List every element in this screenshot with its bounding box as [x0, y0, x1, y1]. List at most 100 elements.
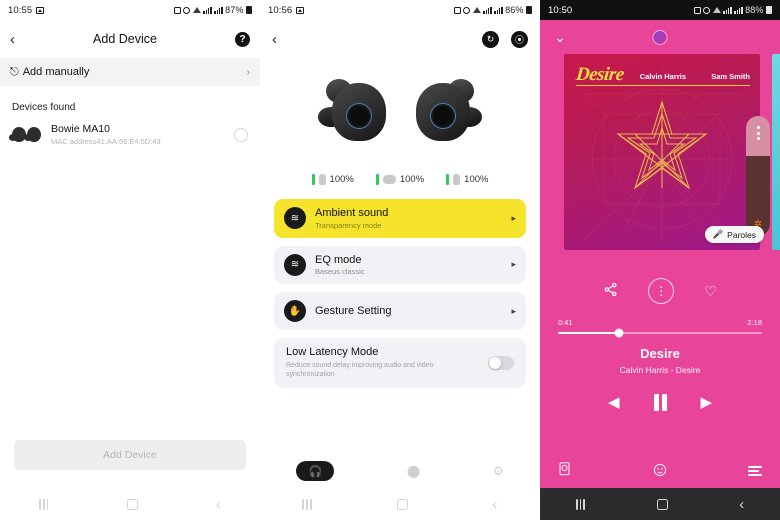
card-subtitle: Transparency mode [315, 220, 382, 230]
lyrics-chip[interactable]: 🎤 Paroles [704, 226, 764, 243]
firmware-update-icon[interactable]: ↻ [482, 30, 499, 48]
source-badge-icon[interactable] [652, 29, 668, 45]
side-panel-bottom: ✲ [746, 156, 770, 236]
card-text: EQ mode Baseus classic [315, 254, 502, 277]
share-icon[interactable] [603, 282, 618, 300]
screenshot-icon [296, 6, 305, 14]
nav-back-button[interactable]: ‹ [216, 496, 221, 513]
next-track-button[interactable]: ▶ [701, 393, 713, 411]
wifi-icon [472, 7, 481, 13]
ambient-sound-icon: ≋ [284, 207, 306, 230]
android-navbar-panel3: ‹ [540, 488, 780, 520]
alarm-icon [693, 6, 701, 14]
panel-add-device: 10:55 87% ‹ Add Device ? ⎋ Add manually [0, 0, 260, 520]
signal-icon-2 [214, 6, 223, 14]
card-text: Ambient sound Transparency mode [315, 207, 502, 230]
nav-back-button[interactable]: ‹ [739, 496, 744, 513]
tab-find[interactable]: ⬤ [407, 464, 420, 478]
tab-device[interactable]: 🎧 [296, 461, 335, 481]
next-album-art-preview[interactable] [772, 54, 780, 250]
home-button[interactable] [126, 498, 138, 510]
add-manually-icon: ⎋ [10, 65, 19, 78]
status-left-3: 10:50 [548, 5, 572, 16]
side-panel-handle[interactable]: ✲ [746, 116, 770, 236]
seek-area: 0:41 2:18 [558, 318, 762, 338]
album-art-artist-2: Sam Smith [711, 72, 750, 81]
back-button[interactable]: ‹ [10, 31, 15, 48]
three-phone-screenshots: 10:55 87% ‹ Add Device ? ⎋ Add manually [0, 0, 780, 520]
pause-button[interactable] [653, 393, 667, 411]
eq-mode-icon: ≋ [284, 253, 306, 276]
previous-track-button[interactable]: ◀ [608, 393, 620, 411]
android-navbar-panel1: ‹ [0, 488, 260, 520]
earbuds-status-icon[interactable]: ⦿ [511, 30, 528, 48]
album-art[interactable]: Desire Calvin Harris Sam Smith [564, 54, 760, 250]
help-icon[interactable]: ? [235, 31, 250, 47]
card-eq-mode[interactable]: ≋ EQ mode Baseus classic ▸ [274, 245, 526, 284]
queue-icon[interactable] [748, 466, 762, 476]
transport-controls: ◀ ▶ [540, 393, 780, 411]
battery-case-label: 100% [399, 174, 425, 185]
right-earbud-image [406, 77, 482, 149]
back-button[interactable]: ‹ [272, 31, 277, 48]
seek-knob[interactable] [614, 328, 624, 338]
status-bar-panel2: 10:56 86% [260, 0, 540, 20]
album-art-area: Desire Calvin Harris Sam Smith ✲ 🎤 Parol… [540, 54, 780, 254]
recents-button[interactable] [39, 498, 49, 510]
screenshot-icon [36, 6, 45, 14]
collapse-player-icon[interactable]: ⌄ [554, 29, 566, 46]
like-icon[interactable]: ♡ [704, 283, 717, 300]
card-text: Gesture Setting [315, 305, 502, 317]
lyrics-label: Paroles [727, 229, 756, 240]
card-low-latency-mode[interactable]: Low Latency Mode Reduce sound delay impr… [274, 338, 526, 388]
signal-icon-1 [483, 6, 492, 14]
battery-left-label: 100% [329, 174, 354, 185]
seek-bar[interactable] [558, 328, 762, 338]
status-right-2: 86% [453, 5, 532, 15]
nav-back-button[interactable]: ‹ [493, 496, 498, 513]
card-ambient-sound[interactable]: ≋ Ambient sound Transparency mode ▸ [274, 199, 526, 238]
home-button[interactable] [396, 498, 408, 510]
total-time: 2:18 [747, 318, 762, 327]
status-left-2: 10:56 [268, 5, 305, 16]
status-left: 10:55 [8, 4, 45, 16]
player-body: ⌄ Desire Calvin Harris Sam Smith ✲ 🎤 Par… [540, 20, 780, 488]
chevron-right-icon: › [246, 66, 250, 78]
gesture-icon: ✋ [284, 300, 306, 322]
recents-button[interactable] [575, 498, 586, 510]
track-subtitle: Calvin Harris - Desire [619, 365, 701, 375]
android-navbar-panel2: ‹ [260, 488, 540, 520]
album-art-title: Desire [574, 64, 625, 85]
cast-device-icon[interactable] [558, 462, 571, 480]
mood-icon[interactable] [653, 463, 667, 480]
device-name: Bowie MA10 [51, 123, 110, 135]
low-latency-subtitle: Reduce sound delay improving audio and v… [286, 362, 434, 379]
devices-found-label: Devices found [12, 102, 76, 113]
signal-icon-2 [734, 6, 743, 14]
card-gesture-setting[interactable]: ✋ Gesture Setting ▸ [274, 292, 526, 330]
chevron-right-icon: ▸ [511, 305, 516, 316]
add-device-button[interactable]: Add Device [14, 440, 246, 470]
battery-right-label: 100% [464, 174, 489, 185]
battery-case: 100% [375, 174, 425, 185]
more-dots-icon[interactable] [756, 126, 760, 140]
album-art-artist-1: Calvin Harris [639, 72, 686, 81]
add-manually-row[interactable]: ⎋ Add manually › [0, 58, 260, 86]
more-options-button[interactable]: ⋮ [648, 278, 675, 304]
low-latency-toggle[interactable] [488, 355, 514, 370]
battery-levels-row: 100% 100% 100% [260, 174, 540, 185]
microphone-icon: 🎤 [712, 229, 724, 239]
player-bottom-bar [540, 454, 780, 488]
device-select-radio[interactable] [234, 127, 248, 142]
wifi-icon [192, 7, 201, 13]
device-list-item[interactable]: Bowie MA10 MAC address41:AA:66:E4:5D:43 [0, 113, 260, 146]
status-time: 10:55 [8, 4, 33, 16]
home-button[interactable] [656, 498, 668, 510]
battery-icon [766, 5, 772, 15]
album-art-rule [576, 85, 750, 87]
tab-settings[interactable]: ⚙ [493, 464, 504, 478]
status-bar-panel1: 10:55 87% [0, 0, 260, 20]
card-title: Ambient sound [315, 207, 389, 219]
add-manually-left: ⎋ Add manually [10, 66, 89, 79]
recents-button[interactable] [302, 498, 312, 510]
